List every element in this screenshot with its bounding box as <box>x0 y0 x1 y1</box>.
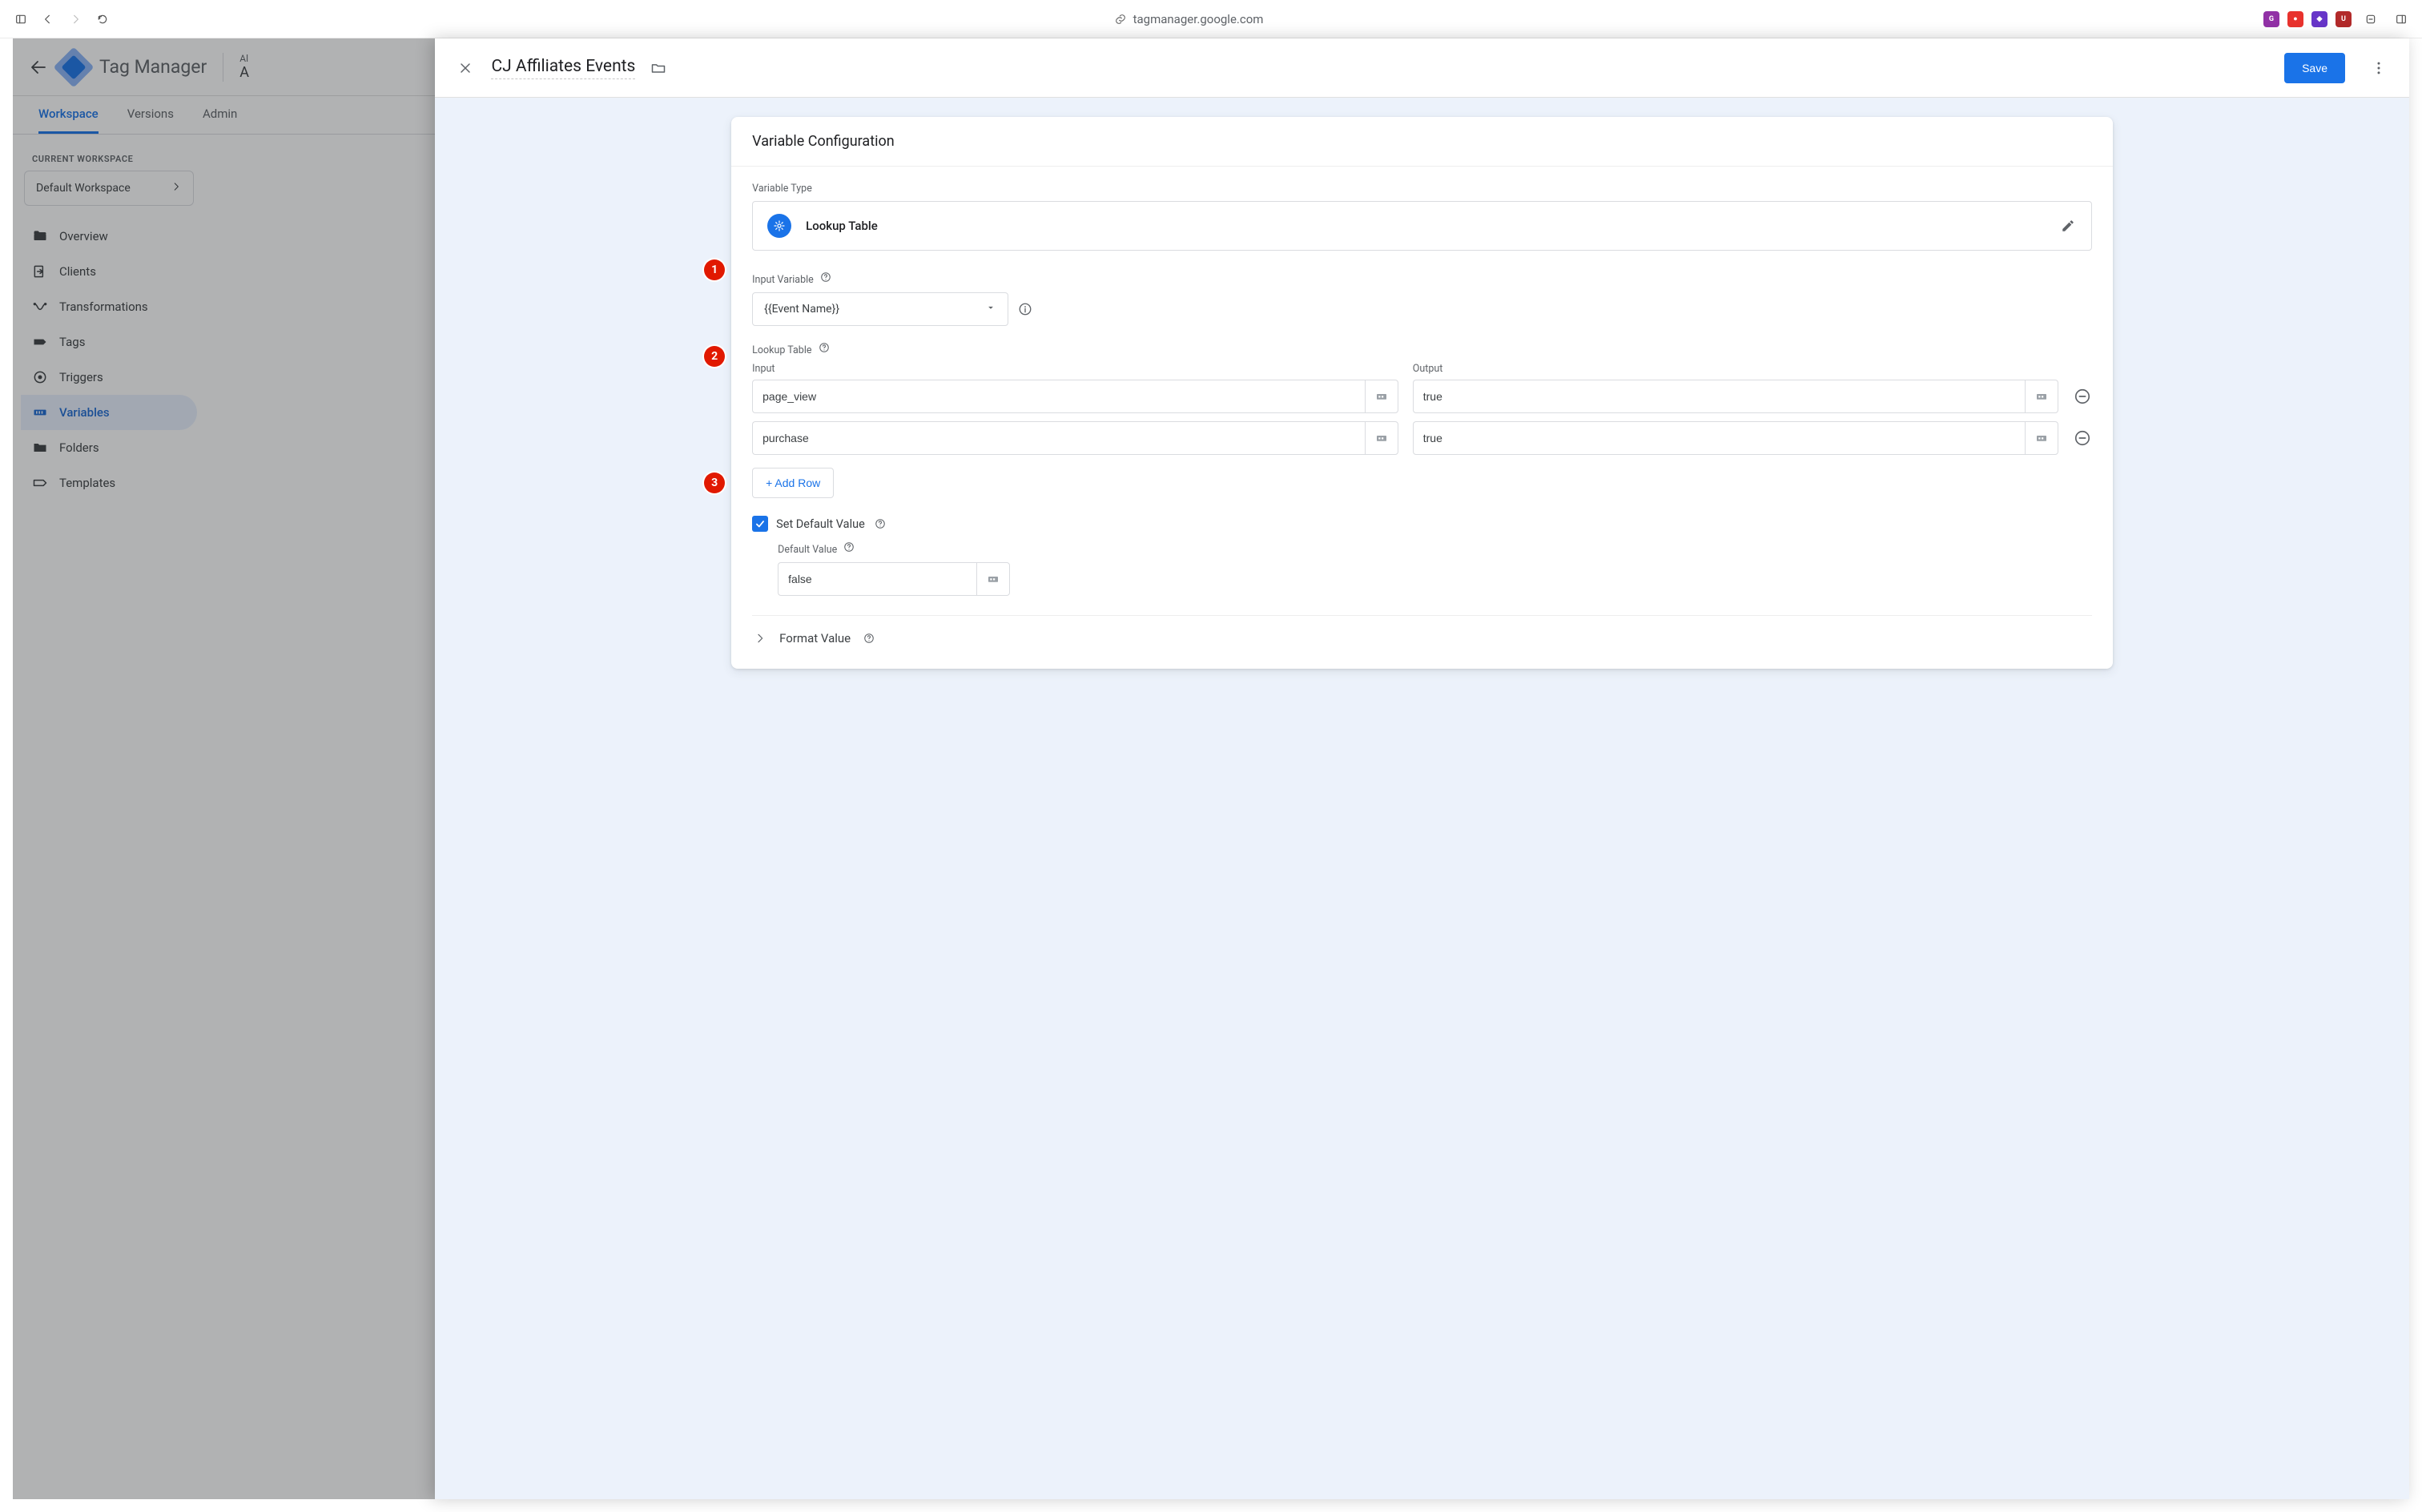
variable-type-label: Variable Type <box>752 183 2092 195</box>
brick-icon[interactable] <box>1365 421 1398 455</box>
brick-icon[interactable] <box>976 562 1010 596</box>
set-default-label: Set Default Value <box>776 517 865 531</box>
lookup-input-field <box>752 380 1398 413</box>
chevron-right-icon <box>752 630 768 646</box>
gear-icon <box>767 214 791 238</box>
help-icon[interactable] <box>842 540 856 554</box>
remove-row-icon[interactable] <box>2073 428 2092 448</box>
brick-icon[interactable] <box>2025 380 2058 413</box>
callout-3: 3 <box>704 472 725 493</box>
folder-outline-icon[interactable] <box>650 59 667 77</box>
close-icon[interactable] <box>454 57 477 79</box>
forward-icon[interactable] <box>64 8 86 30</box>
callout-1: 1 <box>704 259 725 280</box>
extension-icon-1[interactable]: G <box>2263 11 2279 27</box>
table-row <box>752 380 2092 413</box>
lookup-output-0[interactable] <box>1413 380 2026 413</box>
help-icon[interactable] <box>817 340 831 355</box>
remove-row-icon[interactable] <box>2073 387 2092 406</box>
extension-icon-3[interactable]: ◆ <box>2311 11 2327 27</box>
extension-icon-2[interactable]: ● <box>2287 11 2303 27</box>
output-col-label: Output <box>1413 363 2059 375</box>
url-text[interactable]: tagmanager.google.com <box>1133 12 1264 26</box>
input-variable-select[interactable]: {{Event Name}} <box>752 292 1008 326</box>
default-value-label: Default Value <box>778 540 2092 556</box>
help-icon[interactable] <box>819 270 833 284</box>
reload-icon[interactable] <box>91 8 114 30</box>
help-icon[interactable] <box>862 631 876 645</box>
brick-icon[interactable] <box>1365 380 1398 413</box>
callout-2: 2 <box>704 346 725 367</box>
info-icon[interactable] <box>1018 302 1032 316</box>
variable-type-selector[interactable]: Lookup Table <box>752 201 2092 251</box>
lookup-output-field <box>1413 421 2059 455</box>
input-variable-label: Input Variable <box>752 270 2092 286</box>
tabs-icon[interactable] <box>2390 8 2412 30</box>
back-icon[interactable] <box>37 8 59 30</box>
more-menu-icon[interactable] <box>2368 57 2390 79</box>
brick-icon[interactable] <box>2025 421 2058 455</box>
set-default-checkbox-row: Set Default Value <box>752 516 2092 532</box>
extension-menu-icon[interactable] <box>2360 8 2382 30</box>
checkbox-checked[interactable] <box>752 516 768 532</box>
link-icon <box>1114 13 1127 26</box>
variable-config-card: Variable Configuration 1 2 3 Variable Ty… <box>731 117 2113 669</box>
panel-body: Variable Configuration 1 2 3 Variable Ty… <box>435 98 2409 1499</box>
variable-editor-panel: CJ Affiliates Events Save Variable Confi… <box>435 38 2409 1499</box>
help-icon[interactable] <box>873 517 887 531</box>
lookup-input-0[interactable] <box>752 380 1365 413</box>
input-col-label: Input <box>752 363 1398 375</box>
format-value-row[interactable]: Format Value <box>752 615 2092 646</box>
variable-type-name: Lookup Table <box>806 219 878 233</box>
lookup-output-1[interactable] <box>1413 421 2026 455</box>
browser-toolbar: tagmanager.google.com G ● ◆ U <box>0 0 2422 38</box>
extension-icon-4[interactable]: U <box>2336 11 2352 27</box>
table-row <box>752 421 2092 455</box>
pencil-icon[interactable] <box>2059 217 2077 235</box>
caret-down-icon <box>985 302 996 316</box>
panel-title[interactable]: CJ Affiliates Events <box>491 57 635 79</box>
sidebar-toggle-icon[interactable] <box>10 8 32 30</box>
lookup-table-label: Lookup Table <box>752 340 2092 356</box>
panel-header: CJ Affiliates Events Save <box>435 38 2409 98</box>
lookup-output-field <box>1413 380 2059 413</box>
save-button[interactable]: Save <box>2284 53 2345 83</box>
default-value-input[interactable] <box>778 562 976 596</box>
add-row-button[interactable]: + Add Row <box>752 468 834 498</box>
lookup-input-1[interactable] <box>752 421 1365 455</box>
card-header: Variable Configuration <box>731 117 2113 167</box>
lookup-input-field <box>752 421 1398 455</box>
